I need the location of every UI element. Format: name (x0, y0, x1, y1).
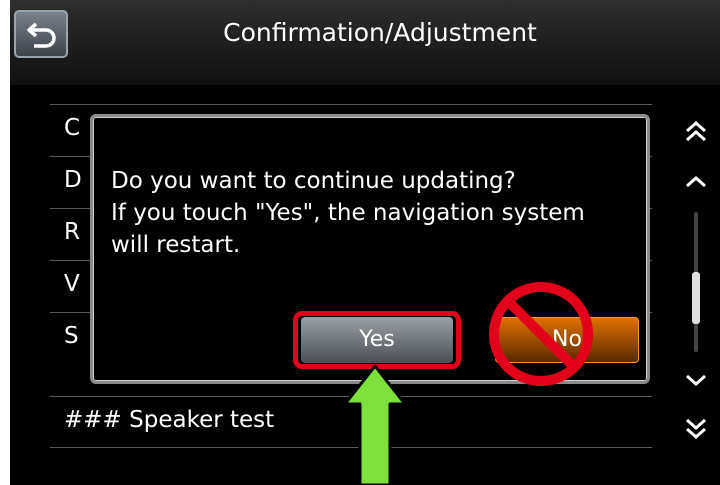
display-screen: Confirmation/Adjustment C D R V S ### Sp… (10, 0, 720, 485)
list-item-label: S (64, 323, 79, 349)
list-item-label: C (64, 115, 81, 141)
list-item-label: D (64, 167, 82, 193)
chevron-up-icon[interactable] (682, 168, 710, 196)
header-bar: Confirmation/Adjustment (10, 0, 720, 85)
scrollbar (674, 104, 718, 454)
dialog-message-line: If you touch "Yes", the navigation syste… (111, 200, 585, 226)
scroll-thumb[interactable] (692, 272, 700, 324)
no-button[interactable]: No (495, 317, 639, 363)
double-chevron-up-icon[interactable] (682, 118, 710, 146)
dialog-message: Do you want to continue updating? If you… (111, 165, 641, 261)
list-item-label: R (64, 219, 80, 245)
confirmation-dialog: Do you want to continue updating? If you… (90, 114, 650, 384)
chevron-down-icon[interactable] (682, 366, 710, 394)
page-title: Confirmation/Adjustment (223, 18, 537, 47)
double-chevron-down-icon[interactable] (682, 414, 710, 442)
dialog-message-line: Do you want to continue updating? (111, 168, 516, 194)
dialog-message-line: will restart. (111, 232, 241, 258)
yes-highlight-outline (293, 311, 461, 369)
list-item-speaker-test[interactable]: ### Speaker test (50, 396, 652, 448)
list-item-label: ### Speaker test (64, 407, 275, 433)
list-item-label: V (64, 271, 80, 297)
